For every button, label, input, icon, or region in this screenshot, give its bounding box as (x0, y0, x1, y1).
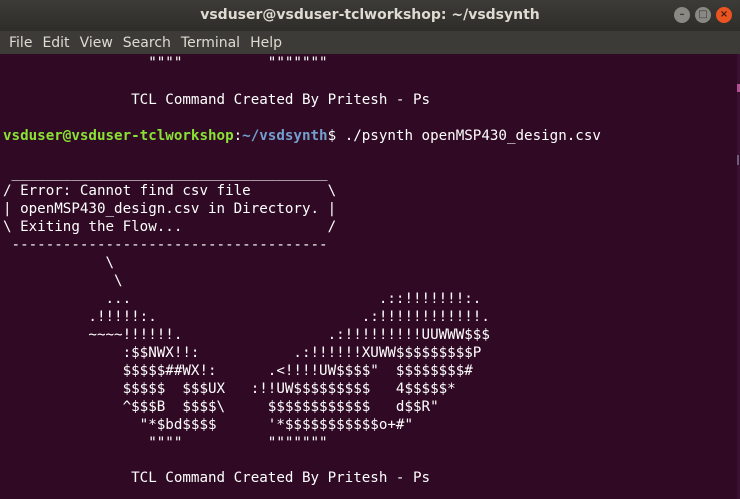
menu-edit[interactable]: Edit (37, 35, 74, 51)
terminal-line: ... .::!!!!!!!:. (3, 291, 482, 307)
terminal-line: TCL Command Created By Pritesh - Ps (3, 470, 431, 486)
terminal-line: \ Exiting the Flow... / (3, 219, 337, 235)
menu-help[interactable]: Help (245, 35, 287, 51)
terminal-line: \ (3, 255, 115, 271)
terminal-line: ^$$$B $$$$\ $$$$$$$$$$$$ d$$R" (3, 399, 439, 415)
maximize-button[interactable]: □ (695, 7, 711, 23)
terminal-line: | openMSP430_design.csv in Directory. | (3, 201, 337, 217)
terminal-line: $$$$$##WX!: .<!!!!UW$$$$" $$$$$$$$# (3, 363, 473, 379)
title-bar[interactable]: vsduser@vsduser-tclworkshop: ~/vsdsynth … (0, 0, 740, 31)
terminal-line: "*$bd$$$$ '*$$$$$$$$$$$o+#" (3, 417, 413, 433)
menu-view[interactable]: View (75, 35, 118, 51)
window-title: vsduser@vsduser-tclworkshop: ~/vsdsynth (200, 7, 540, 23)
terminal-line: ------------------------------------- (3, 237, 328, 253)
prompt-separator: : (233, 128, 243, 144)
terminal-line: $$$$$ $$$UX :!!UW$$$$$$$$$ 4$$$$$* (3, 381, 456, 397)
window-controls: – □ × (674, 7, 732, 23)
terminal-window: vsduser@vsduser-tclworkshop: ~/vsdsynth … (0, 0, 740, 499)
terminal-line: TCL Command Created By Pritesh - Ps (3, 92, 431, 108)
terminal-line: ~~~~!!!!!!. .:!!!!!!!!!UUWWW$$$ (3, 327, 490, 343)
minimize-button[interactable]: – (674, 7, 690, 23)
terminal-line: _____________________________________ (3, 165, 328, 181)
terminal-line: """" """"""" (3, 55, 328, 71)
close-button[interactable]: × (716, 7, 732, 23)
prompt-path: ~/vsdsynth (242, 128, 328, 144)
prompt-command: ./psynth openMSP430_design.csv (344, 128, 601, 144)
menu-terminal[interactable]: Terminal (176, 35, 245, 51)
prompt-line: vsduser@vsduser-tclworkshop:~/vsdsynth$ … (3, 127, 601, 145)
menu-search[interactable]: Search (118, 35, 176, 51)
terminal-line: :$$NWX!!: .:!!!!!!XUWW$$$$$$$$$P (3, 345, 482, 361)
menu-bar: File Edit View Search Terminal Help (0, 31, 740, 54)
terminal-line: """" """"""" (3, 435, 328, 451)
prompt-symbol: $ (327, 128, 345, 144)
terminal-output[interactable]: """" """"""" TCL Command Created By Prit… (0, 54, 740, 499)
prompt-user-host: vsduser@vsduser-tclworkshop (3, 128, 234, 144)
terminal-line: \ (3, 273, 123, 289)
terminal-line: .!!!!!:. .:!!!!!!!!!!!!. (3, 309, 490, 325)
scrollbar-mark (737, 155, 739, 165)
menu-file[interactable]: File (4, 35, 37, 51)
terminal-line: / Error: Cannot find csv file \ (3, 183, 337, 199)
